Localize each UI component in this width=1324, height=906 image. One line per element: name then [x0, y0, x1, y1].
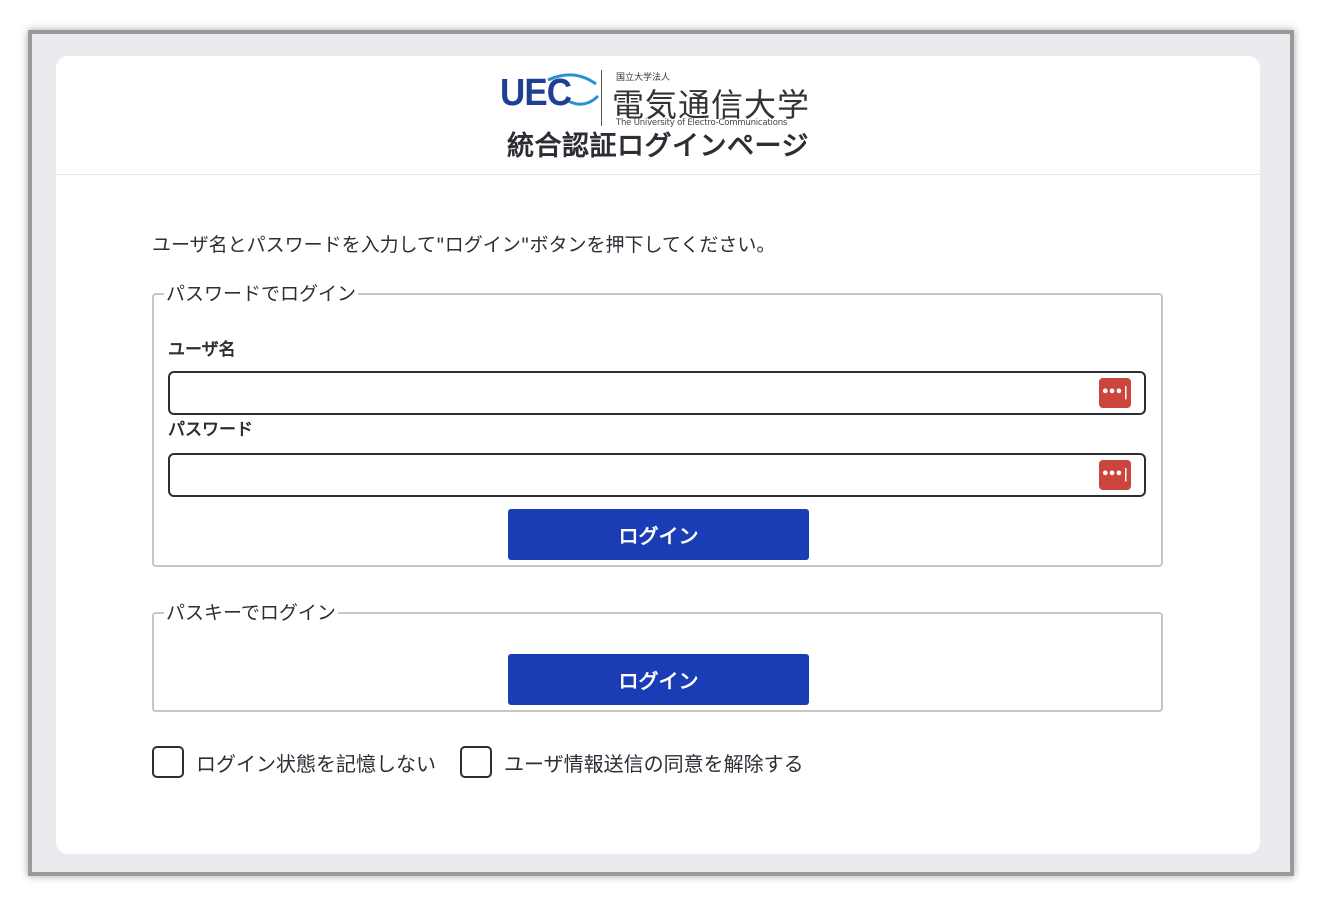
university-logo: UEC 国立大学法人 電気通信大学 The University of Elec… — [500, 66, 820, 132]
dont-remember-checkbox[interactable] — [152, 746, 184, 778]
revoke-consent-option[interactable]: ユーザ情報送信の同意を解除する — [460, 746, 804, 778]
dont-remember-label: ログイン状態を記憶しない — [196, 751, 436, 776]
password-manager-icon[interactable]: •••| — [1099, 378, 1131, 408]
card-header: UEC 国立大学法人 電気通信大学 The University of Elec… — [56, 56, 1260, 175]
passkey-login-legend: パスキーでログイン — [166, 602, 336, 624]
username-label: ユーザ名 — [168, 340, 236, 360]
logo-mark: UEC — [500, 72, 572, 114]
password-input[interactable] — [168, 453, 1146, 497]
passkey-login-group: パスキーでログイン ログイン — [152, 602, 1163, 712]
username-input[interactable] — [168, 371, 1146, 415]
login-card: UEC 国立大学法人 電気通信大学 The University of Elec… — [56, 56, 1260, 854]
revoke-consent-label: ユーザ情報送信の同意を解除する — [504, 751, 804, 776]
password-login-button[interactable]: ログイン — [508, 509, 809, 560]
dont-remember-option[interactable]: ログイン状態を記憶しない — [152, 746, 436, 778]
password-login-group: パスワードでログイン ユーザ名 •••| パスワード •••| ログイン — [152, 283, 1163, 567]
page-title: 統合認証ログインページ — [507, 131, 809, 162]
instruction-text: ユーザ名とパスワードを入力して"ログイン"ボタンを押下してください。 — [152, 234, 776, 256]
password-manager-icon[interactable]: •••| — [1099, 460, 1131, 490]
browser-frame: UEC 国立大学法人 電気通信大学 The University of Elec… — [28, 30, 1294, 876]
revoke-consent-checkbox[interactable] — [460, 746, 492, 778]
login-options: ログイン状態を記憶しない ユーザ情報送信の同意を解除する — [152, 744, 828, 780]
logo-divider — [601, 70, 602, 126]
password-label: パスワード — [168, 420, 253, 440]
password-login-legend: パスワードでログイン — [166, 283, 357, 305]
passkey-login-button[interactable]: ログイン — [508, 654, 809, 705]
